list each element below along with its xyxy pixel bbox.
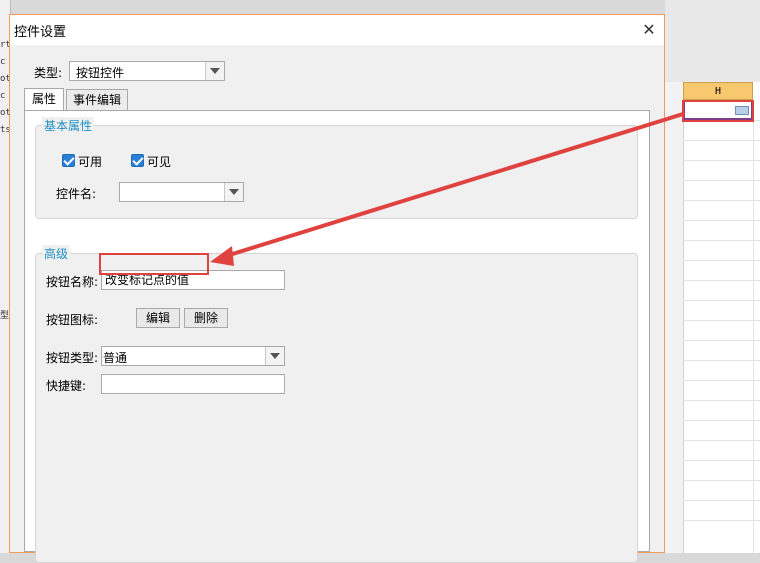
arrow-head-icon bbox=[210, 246, 234, 266]
arrow-line bbox=[224, 112, 685, 258]
annotation-arrow bbox=[210, 100, 754, 266]
target-cell-highlight bbox=[682, 100, 754, 122]
